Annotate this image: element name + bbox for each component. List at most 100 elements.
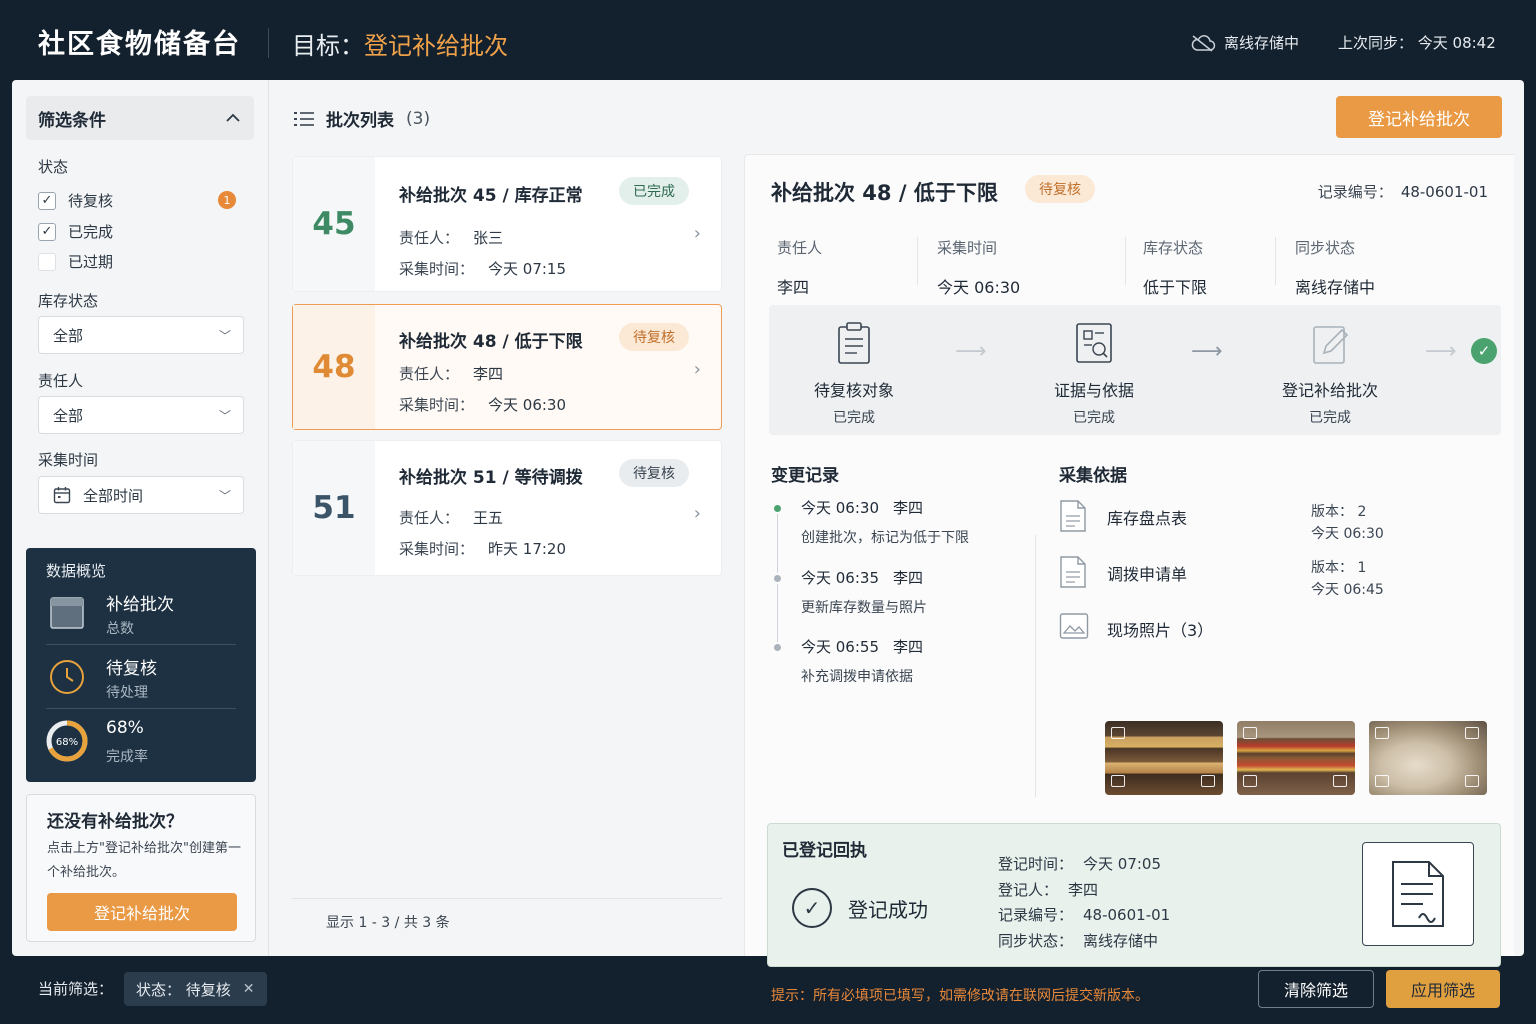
photo-thumbnail-sacks[interactable] [1369,721,1487,795]
filter-header[interactable]: 筛选条件 [26,96,254,140]
close-icon[interactable]: ✕ [243,981,255,997]
checkbox-checked[interactable]: ✓ [38,222,56,241]
divider [1035,535,1036,797]
change-entry-desc: 更新库存数量与照片 [801,600,927,616]
timeline-dot [772,503,783,514]
divider [46,708,236,709]
completion-ring-icon: 68% [46,720,88,762]
top-bar: 社区食物储备台 目标：登记补给批次 离线存储中 上次同步： 今天 08:42 [0,0,1536,82]
progress-steps: 待复核对象 已完成 ⟶ 证据与依据 已完成 ⟶ 登记补给批次 已完成 ⟶ ✓ [769,305,1501,435]
status-option-pending[interactable]: ✓ 待复核 [38,190,113,211]
receipt-field: 登记人： 李四 [998,880,1099,899]
batch-number: 51 [293,441,375,575]
batch-owner: 责任人： 王五 [399,509,504,527]
register-batch-button-sidebar[interactable]: 登记补给批次 [47,893,237,931]
stock-select[interactable]: 全部 ﹀ [38,316,244,354]
pending-count-badge: 1 [218,191,236,209]
filter-chip[interactable]: 状态： 待复核 ✕ [124,972,267,1006]
status-option-expired[interactable]: 已过期 [38,251,113,272]
meta-owner: 责任人 李四 [777,239,823,297]
register-batch-button[interactable]: 登记补给批次 [1336,96,1502,138]
clipboard-icon [838,322,870,364]
receipt-status: ✓ 登记成功 [792,888,928,928]
image-icon [1243,775,1257,787]
overview-item-completion: 68% 68% 完成率 [46,718,236,774]
apply-filter-button[interactable]: 应用筛选 [1386,970,1500,1008]
app-title: 社区食物储备台 [38,29,241,60]
evidence-version: 版本： 2 今天 06:30 [1311,504,1384,542]
overview-title: 数据概览 [46,562,107,580]
batch-card-45[interactable]: 45 补给批次 45 / 库存正常 已完成 责任人： 张三 采集时间： 今天 07:… [292,156,722,292]
change-entry-head: 今天 06:35 李四 [801,569,924,587]
image-icon [1465,775,1479,787]
batch-list-title: 批次列表 [326,111,394,131]
meta-time: 采集时间 今天 06:30 [937,239,1021,297]
photo-thumbnail-cans[interactable] [1237,721,1355,795]
step-review: 待复核对象 已完成 [779,321,929,427]
meta-stock: 库存状态 低于下限 [1143,239,1208,297]
timeline-dot [772,642,783,653]
divider [1125,237,1126,285]
overview-main: 补给批次 [106,595,174,615]
overview-item-batches: 补给批次 总数 [46,590,236,646]
timeline-dot [772,573,783,584]
batch-time: 采集时间： 昨天 17:20 [399,540,567,558]
divider [268,80,269,956]
goal-label: 目标： [292,32,364,60]
empty-hint-desc: 点击上方"登记补给批次"创建第一个补给批次。 [47,841,241,880]
chevron-down-icon: ﹀ [218,488,231,503]
receipt-field: 记录编号： 48-0601-01 [998,906,1171,924]
empty-hint-title: 还没有补给批次？ [47,812,183,832]
image-icon [1201,775,1215,787]
filter-sidebar: 筛选条件 状态 ✓ 待复核 1 ✓ 已完成 已过期 库存状态 全部 ﹀ 责任人 … [12,80,268,956]
goal-value: 登记补给批次 [364,32,508,60]
change-entry-head: 今天 06:30 李四 [801,499,924,517]
status-option-done[interactable]: ✓ 已完成 [38,221,113,242]
receipt-status-text: 登记成功 [848,897,928,922]
meta-sync: 同步状态 离线存储中 [1295,239,1376,297]
clear-filter-button[interactable]: 清除筛选 [1258,970,1374,1008]
change-entry-desc: 补充调拨申请依据 [801,669,913,685]
arrow-right-icon: ⟶ [1191,339,1223,364]
arrow-right-icon: ⟶ [1425,339,1457,364]
pagination-info: 显示 1 - 3 / 共 3 条 [326,915,450,931]
document-icon [1060,500,1086,532]
document-icon [1392,861,1444,927]
photo-thumbnail-shelf[interactable] [1105,721,1223,795]
chevron-up-icon[interactable] [226,113,240,123]
goal: 目标：登记补给批次 [292,26,508,61]
main-panel: 筛选条件 状态 ✓ 待复核 1 ✓ 已完成 已过期 库存状态 全部 ﹀ 责任人 … [12,80,1524,1004]
offline-text: 离线存储中 [1224,34,1300,52]
receipt-fields: 登记时间： 今天 07:05 登记人： 李四 记录编号： 48-0601-01 同步状… [998,852,1170,954]
list-icon [294,111,314,126]
receipt-document-icon[interactable] [1362,842,1474,946]
record-number: 记录编号： 48-0601-01 [1317,183,1488,201]
owner-select[interactable]: 全部 ﹀ [38,396,244,434]
batch-card-48[interactable]: 48 补给批次 48 / 低于下限 待复核 责任人： 李四 采集时间： 今天 06:… [292,304,722,430]
batch-card-51[interactable]: 51 补给批次 51 / 等待调拨 待复核 责任人： 王五 采集时间： 昨天 17:… [292,440,722,576]
changes-title: 变更记录 [771,466,839,486]
image-icon [1111,775,1125,787]
batch-number: 48 [293,305,375,429]
check-circle-icon: ✓ [792,888,832,928]
offline-status: 离线存储中 [1190,32,1299,53]
batch-owner: 责任人： 张三 [399,229,504,247]
checkbox-unchecked[interactable] [38,252,56,271]
image-icon [1243,727,1257,739]
time-select[interactable]: 全部时间 ﹀ [38,476,244,514]
batch-owner: 责任人： 李四 [399,365,504,383]
filter-chip-label: 状态： 待复核 [136,980,231,999]
checkbox-checked[interactable]: ✓ [38,191,56,210]
overview-sub: 完成率 [106,749,148,765]
status-tag-done: 已完成 [619,177,689,205]
step-name: 证据与依据 [1053,381,1134,400]
chevron-right-icon: › [693,503,701,524]
step-evidence: 证据与依据 已完成 [1019,321,1169,427]
change-entry-head: 今天 06:55 李四 [801,638,924,656]
bottom-bar: 当前筛选： 状态： 待复核 ✕ 清除筛选 应用筛选 [0,958,1536,1024]
evidence-name: 调拨申请单 [1107,565,1188,584]
data-overview: 数据概览 补给批次 总数 待复核 待处理 68% 68% 完成率 [26,548,256,782]
image-icon [1375,727,1389,739]
evidence-doc-icon [1076,323,1112,363]
registration-receipt: 已登记回执 ✓ 登记成功 登记时间： 今天 07:05 登记人： 李四 记录编号： 4… [767,823,1501,967]
